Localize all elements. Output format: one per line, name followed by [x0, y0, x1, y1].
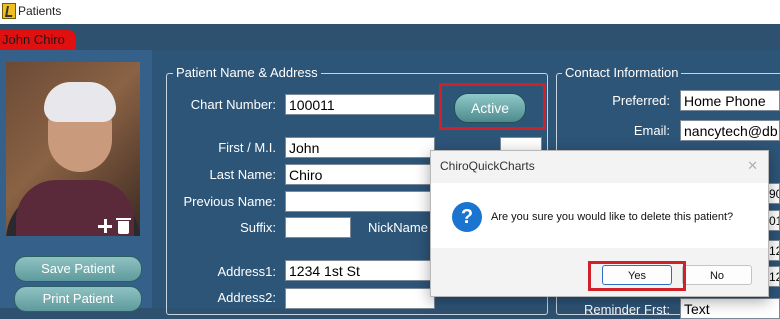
contact-partial-field[interactable]: 01	[768, 210, 780, 231]
address1-field[interactable]: 1234 1st St	[285, 260, 435, 281]
trash-icon[interactable]	[116, 217, 131, 234]
patient-photo	[6, 62, 140, 236]
previous-name-label: Previous Name:	[183, 194, 276, 209]
contact-partial-field[interactable]: 12	[768, 240, 780, 261]
close-icon[interactable]: ✕	[747, 158, 758, 174]
contact-partial-field[interactable]: 12	[768, 266, 780, 287]
email-field[interactable]: nancytech@db	[680, 120, 780, 141]
address2-field[interactable]	[285, 288, 435, 309]
window-title: Patients	[18, 4, 62, 18]
print-patient-button[interactable]: Print Patient	[14, 286, 142, 312]
group-legend: Patient Name & Address	[173, 65, 321, 80]
app-icon	[2, 3, 16, 19]
left-panel: Save Patient Print Patient	[0, 50, 152, 312]
address2-label: Address2:	[217, 290, 276, 305]
first-name-label: First / M.I.	[218, 140, 276, 155]
window-titlebar: Patients	[0, 0, 780, 25]
last-name-label: Last Name:	[209, 167, 276, 182]
delete-confirm-dialog: ChiroQuickCharts ✕ ? Are you sure you wo…	[430, 150, 769, 297]
chart-number-field[interactable]: 100011	[285, 94, 435, 115]
suffix-field[interactable]	[285, 217, 351, 238]
reminder-field[interactable]: Text	[680, 298, 780, 319]
dialog-body: ? Are you sure you would like to delete …	[431, 183, 768, 248]
contact-partial-field[interactable]: 90	[768, 183, 780, 204]
previous-name-field[interactable]	[285, 191, 435, 212]
no-button[interactable]: No	[682, 265, 752, 285]
group-legend: Contact Information	[562, 65, 682, 80]
highlight-box-yes	[588, 261, 686, 291]
reminder-label: Reminder Frst:	[584, 302, 670, 317]
email-label: Email:	[633, 123, 670, 138]
tab-strip: John Chiro	[0, 24, 780, 50]
address1-label: Address1:	[217, 264, 276, 279]
preferred-label: Preferred:	[612, 93, 670, 108]
dialog-title: ChiroQuickCharts	[440, 159, 535, 173]
first-name-field[interactable]: John	[285, 137, 435, 158]
suffix-label: Suffix:	[240, 220, 276, 235]
save-patient-button[interactable]: Save Patient	[14, 256, 142, 282]
chart-number-label: Chart Number:	[190, 97, 276, 112]
photo-tools	[98, 216, 131, 236]
plus-icon[interactable]	[98, 219, 112, 233]
preferred-field[interactable]: Home Phone	[680, 90, 780, 111]
dialog-message: Are you sure you would like to delete th…	[491, 211, 734, 223]
last-name-field[interactable]: Chiro	[285, 164, 435, 185]
nickname-label: NickName	[368, 220, 428, 235]
highlight-box-active	[439, 83, 546, 130]
patient-tab[interactable]: John Chiro	[0, 30, 76, 50]
question-icon: ?	[452, 202, 482, 232]
